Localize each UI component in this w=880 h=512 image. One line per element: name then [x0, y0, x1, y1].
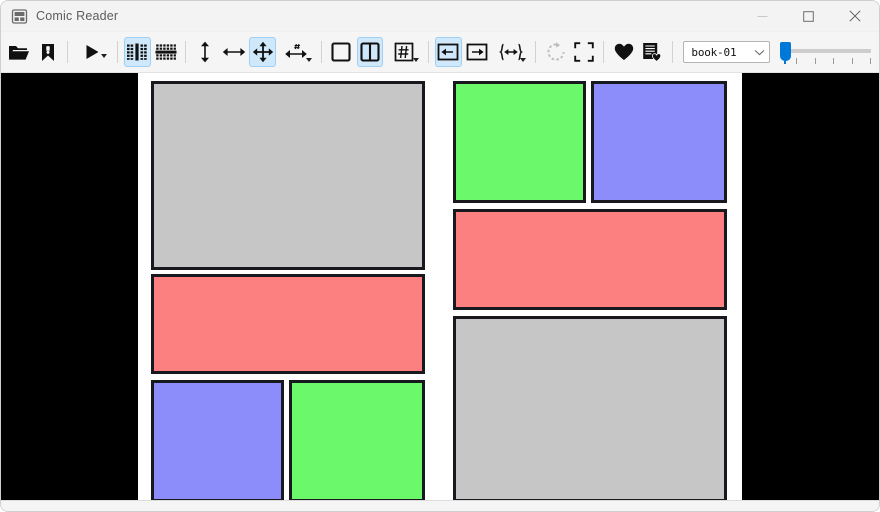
toolbar-separator: [428, 41, 430, 63]
split-horizontal-button[interactable]: [153, 37, 180, 67]
save-bookmark-button[interactable]: [35, 37, 62, 67]
window-controls: [739, 1, 879, 31]
toolbar-separator: [671, 41, 673, 63]
library-bookmark-button[interactable]: [639, 37, 666, 67]
panel-left-3[interactable]: [151, 380, 284, 500]
book-selector-value: book-01: [691, 45, 737, 59]
toolbar-separator: [185, 41, 187, 63]
page-spread: [138, 73, 742, 500]
toolbar-separator: [535, 41, 537, 63]
single-page-button[interactable]: [328, 37, 355, 67]
comic-grid-icon: [11, 8, 28, 25]
panel-right-2[interactable]: [591, 81, 727, 203]
page-number-button[interactable]: [385, 37, 422, 67]
open-folder-button[interactable]: [6, 37, 33, 67]
fit-height-button[interactable]: [192, 37, 219, 67]
goto-page-button[interactable]: [492, 37, 529, 67]
panel-left-2[interactable]: [151, 274, 425, 374]
toolbar-separator: [603, 41, 605, 63]
split-vertical-button[interactable]: [124, 37, 151, 67]
titlebar: Comic Reader: [1, 1, 879, 32]
panel-left-1[interactable]: [151, 81, 425, 270]
chevron-down-icon: [754, 49, 765, 56]
panel-right-3[interactable]: [453, 209, 727, 310]
double-page-button[interactable]: [356, 37, 384, 67]
next-page-button[interactable]: [464, 37, 491, 67]
chevron-down-icon: [520, 58, 527, 62]
window-title: Comic Reader: [36, 9, 119, 23]
zoom-slider-ticks: [796, 58, 871, 64]
minimize-icon[interactable]: [739, 1, 785, 31]
maximize-icon[interactable]: [785, 1, 831, 31]
panel-right-1[interactable]: [453, 81, 586, 203]
toolbar-separator: [117, 41, 119, 63]
panel-right-4[interactable]: [453, 316, 727, 500]
zoom-slider[interactable]: [780, 37, 875, 67]
rotate-button[interactable]: [542, 37, 569, 67]
previous-page-button[interactable]: [435, 37, 462, 67]
comic-reader-window: Comic Reader book-01: [0, 0, 880, 512]
favorite-button[interactable]: [610, 37, 637, 67]
book-selector[interactable]: book-01: [683, 41, 771, 63]
fit-custom-button[interactable]: [278, 37, 315, 67]
chevron-down-icon: [413, 58, 420, 62]
toolbar-separator: [67, 41, 69, 63]
fullscreen-button[interactable]: [571, 37, 598, 67]
comic-page-right[interactable]: [440, 73, 742, 500]
zoom-slider-track[interactable]: [786, 49, 872, 53]
panel-left-4[interactable]: [289, 380, 425, 500]
fit-page-button[interactable]: [249, 37, 276, 67]
close-icon[interactable]: [831, 1, 879, 31]
toolbar: book-01: [1, 32, 879, 73]
toolbar-separator: [321, 41, 322, 63]
status-bar: [1, 500, 879, 511]
play-slideshow-button[interactable]: [74, 37, 111, 67]
fit-width-button[interactable]: [221, 37, 248, 67]
comic-viewer[interactable]: [1, 73, 879, 500]
zoom-slider-handle[interactable]: [780, 42, 792, 64]
chevron-down-icon: [306, 58, 313, 62]
comic-page-left[interactable]: [138, 73, 440, 500]
chevron-down-icon: [101, 54, 108, 58]
titlebar-left: Comic Reader: [1, 8, 118, 25]
